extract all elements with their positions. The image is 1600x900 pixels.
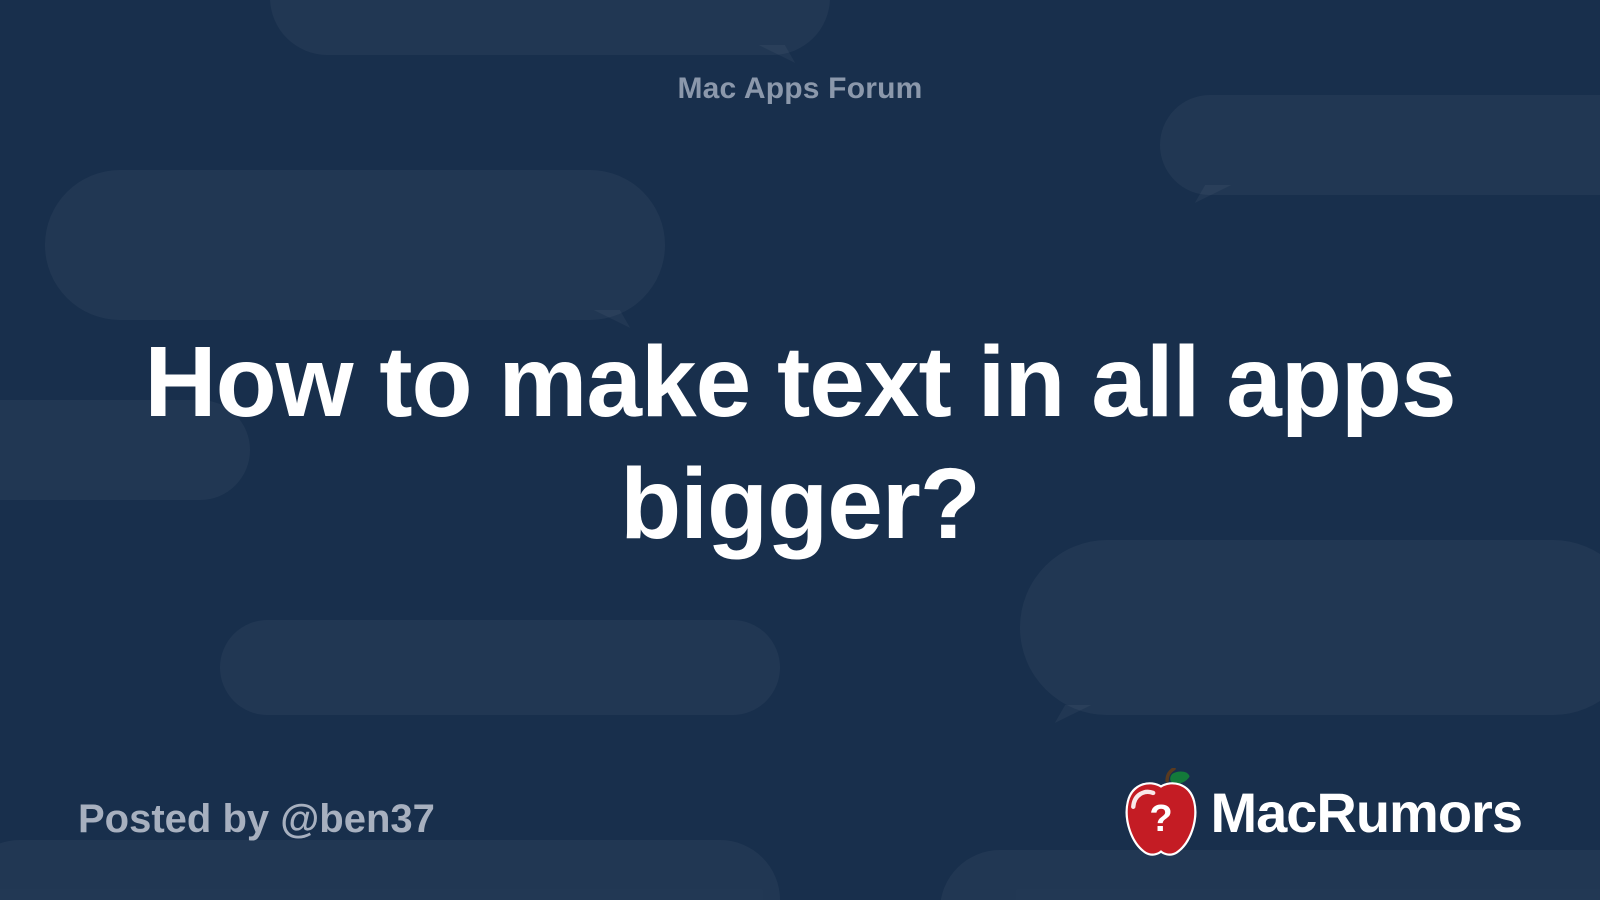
svg-text:?: ? bbox=[1150, 797, 1173, 840]
posted-by-prefix: Posted by bbox=[78, 797, 280, 841]
posted-by: Posted by @ben37 bbox=[78, 797, 435, 842]
apple-icon: ? bbox=[1122, 768, 1200, 856]
posted-by-handle: @ben37 bbox=[280, 797, 435, 841]
brand-name: MacRumors bbox=[1210, 780, 1522, 845]
brand-logo: ? MacRumors bbox=[1122, 768, 1522, 856]
forum-name: Mac Apps Forum bbox=[677, 72, 922, 106]
thread-title: How to make text in all apps bigger? bbox=[120, 321, 1480, 565]
